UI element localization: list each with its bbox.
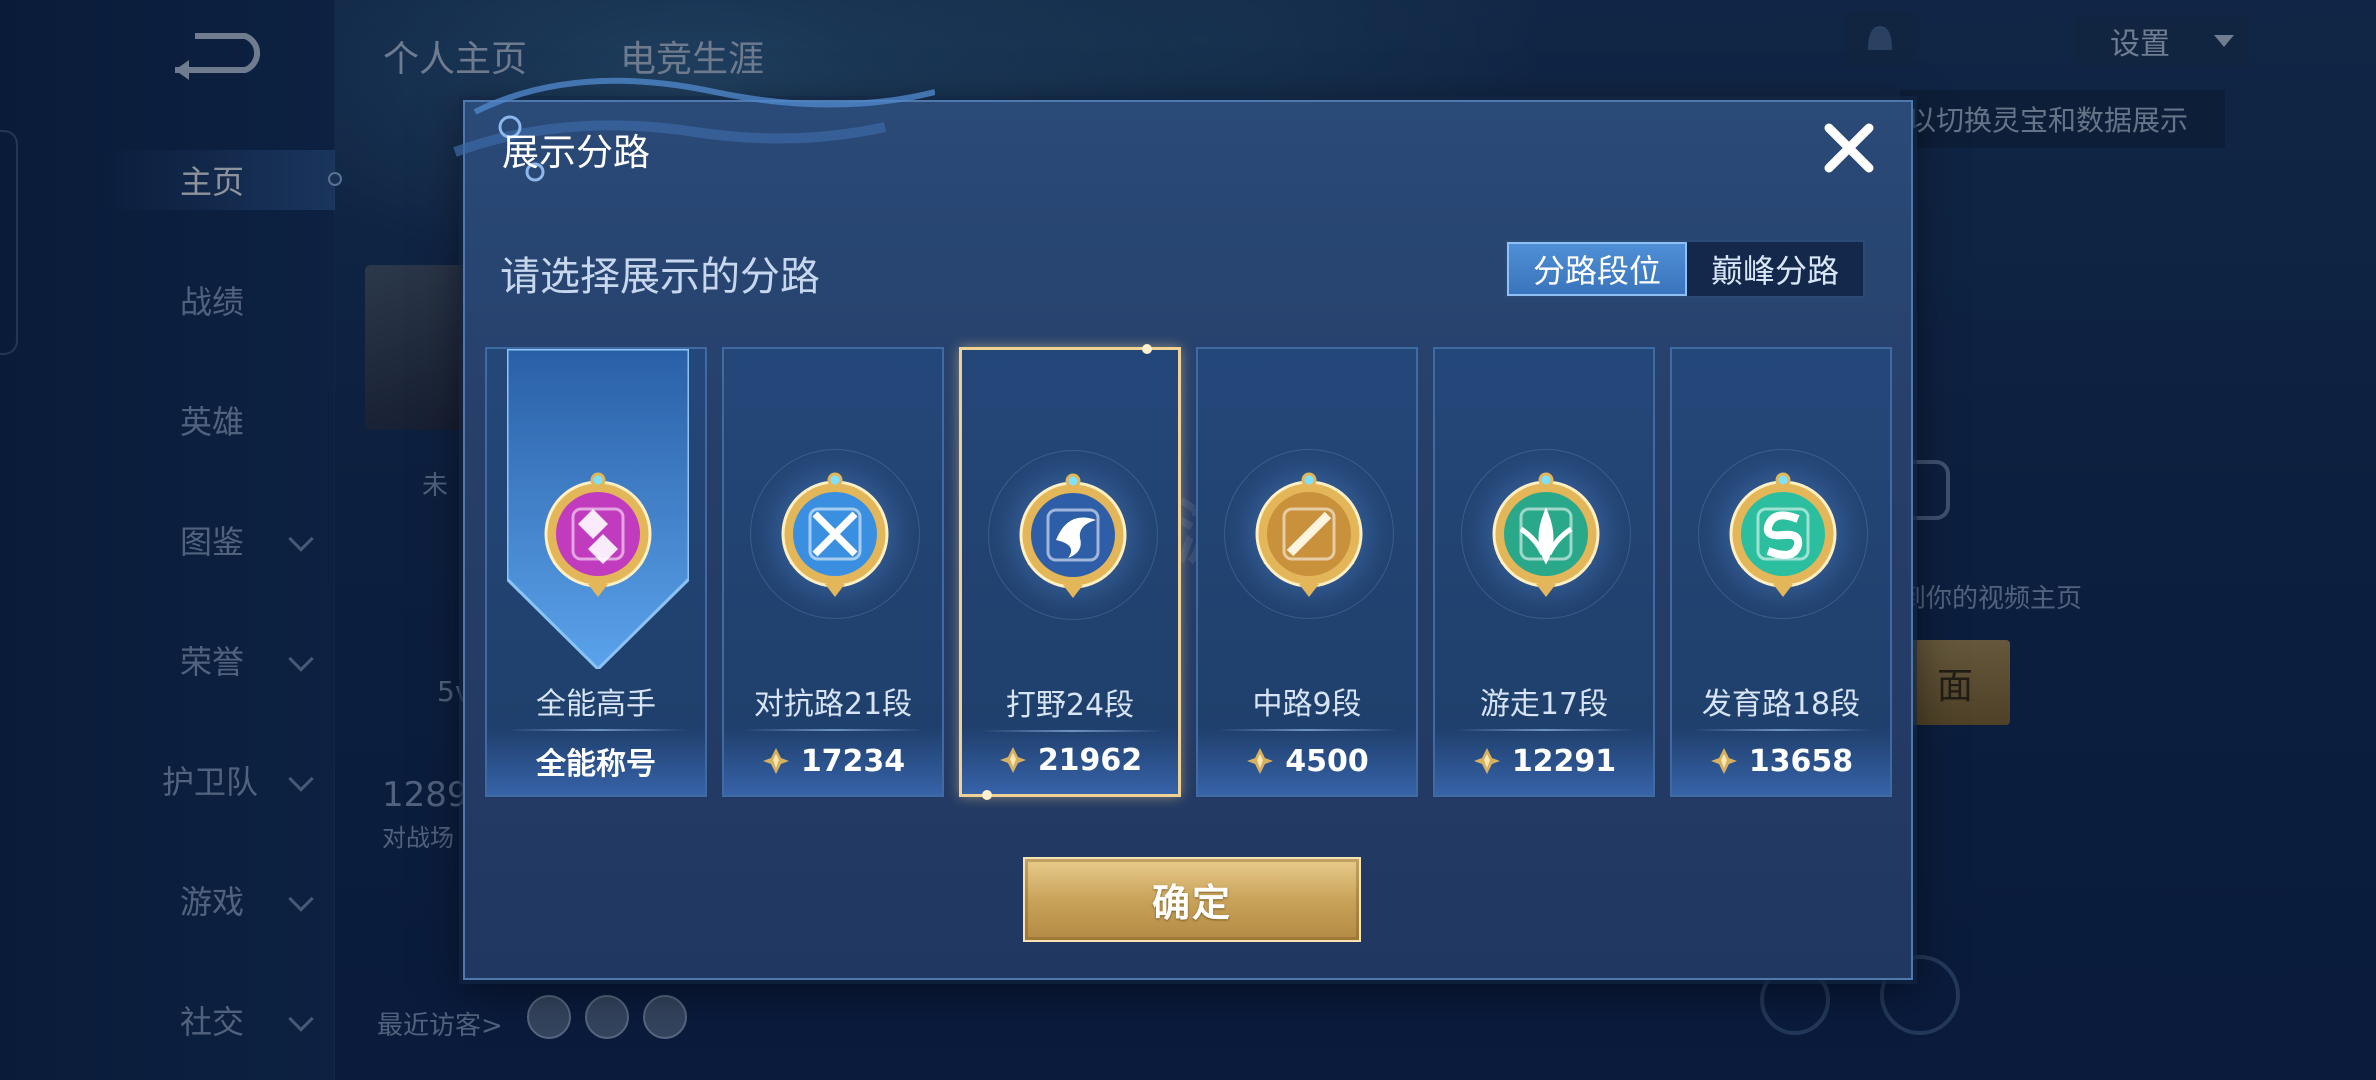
route-card[interactable]: 中路9段 4500 bbox=[1196, 347, 1418, 797]
route-display-modal: 展示分路 请选择展示的分路 分路段位 巅峰分路 手游 全能高手全能称号对抗路21… bbox=[453, 77, 1913, 980]
route-footer-value: 17234 bbox=[800, 743, 906, 779]
route-name: 打野24段 bbox=[1005, 688, 1135, 723]
rank-points-icon bbox=[1247, 748, 1274, 774]
rank-badge-icon bbox=[770, 469, 900, 599]
modal-title: 展示分路 bbox=[502, 131, 650, 174]
rank-badge-icon bbox=[1481, 469, 1611, 599]
route-footer-value: 13658 bbox=[1748, 743, 1854, 779]
rank-points-icon bbox=[999, 747, 1026, 773]
route-footer-value: 4500 bbox=[1285, 743, 1369, 779]
route-name: 发育路18段 bbox=[1701, 687, 1861, 722]
rank-badge-icon bbox=[1244, 469, 1374, 599]
toggle-route-rank[interactable]: 分路段位 bbox=[1507, 242, 1687, 296]
modal-subtitle: 请选择展示的分路 bbox=[500, 254, 820, 300]
rank-points-icon bbox=[762, 748, 789, 774]
route-footer-value: 12291 bbox=[1511, 743, 1617, 779]
route-footer: 全能称号 bbox=[487, 727, 705, 795]
route-name: 对抗路21段 bbox=[753, 687, 913, 722]
cloud-decoration bbox=[453, 77, 935, 182]
route-footer: 13658 bbox=[1672, 727, 1890, 795]
rank-badge-icon bbox=[533, 469, 663, 599]
route-footer-value: 21962 bbox=[1037, 742, 1143, 778]
route-footer: 17234 bbox=[724, 727, 942, 795]
selection-corner-dot bbox=[1142, 344, 1152, 354]
route-footer: 12291 bbox=[1435, 727, 1653, 795]
rank-badge-icon bbox=[1008, 470, 1138, 600]
view-toggle: 分路段位 巅峰分路 bbox=[1505, 240, 1865, 298]
confirm-button[interactable]: 确定 bbox=[1023, 857, 1361, 942]
route-name: 中路9段 bbox=[1252, 687, 1362, 722]
close-icon[interactable] bbox=[1817, 116, 1881, 180]
selection-corner-dot bbox=[982, 790, 992, 800]
route-card[interactable]: 发育路18段 13658 bbox=[1670, 347, 1892, 797]
toggle-peak-route[interactable]: 巅峰分路 bbox=[1687, 242, 1863, 296]
route-name: 全能高手 bbox=[536, 687, 656, 722]
route-card-list: 全能高手 全能称号 对抗路21段 17234 打野24段 21962 中路9段 4500 游走1… bbox=[485, 344, 1895, 800]
route-card[interactable]: 全能高手 全能称号 bbox=[485, 347, 707, 797]
rank-badge-icon bbox=[1718, 469, 1848, 599]
rank-points-icon bbox=[1473, 748, 1500, 774]
route-footer: 21962 bbox=[962, 726, 1178, 794]
route-footer-value: 全能称号 bbox=[536, 747, 656, 782]
route-name: 游走17段 bbox=[1479, 687, 1609, 722]
route-footer: 4500 bbox=[1198, 727, 1416, 795]
route-card[interactable]: 打野24段 21962 bbox=[959, 344, 1181, 800]
rank-points-icon bbox=[1710, 748, 1737, 774]
route-card[interactable]: 对抗路21段 17234 bbox=[722, 347, 944, 797]
route-card[interactable]: 游走17段 12291 bbox=[1433, 347, 1655, 797]
